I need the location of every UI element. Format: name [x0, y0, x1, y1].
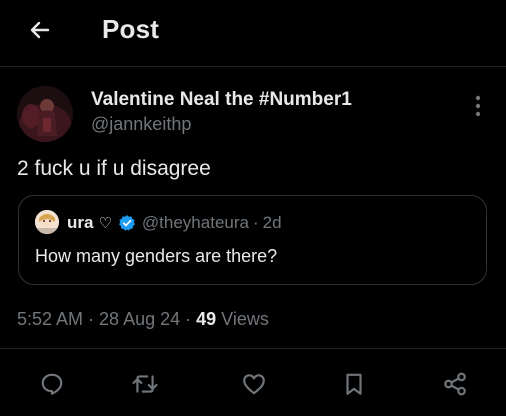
post-meta: 5:52 AM · 28 Aug 24 · 49 Views — [17, 309, 269, 330]
like-icon — [243, 374, 265, 395]
reply-icon — [41, 373, 63, 395]
quoted-separator: · — [252, 213, 259, 232]
bookmark-icon — [346, 373, 362, 395]
quoted-post[interactable]: ura ♡ @theyhateura · 2d How many genders… — [18, 195, 487, 285]
quoted-author-handle[interactable]: @theyhateura — [142, 213, 249, 233]
post-date[interactable]: 28 Aug 24 — [99, 309, 180, 329]
quoted-author-avatar[interactable] — [35, 210, 59, 234]
like-button[interactable] — [238, 368, 270, 400]
views-count[interactable]: 49 — [196, 309, 216, 329]
actions-divider — [0, 348, 506, 349]
views-label[interactable]: Views — [216, 309, 269, 329]
author-handle[interactable]: @jannkeithp — [91, 114, 191, 135]
post-text: 2 fuck u if u disagree — [17, 157, 211, 180]
share-button[interactable] — [439, 368, 471, 400]
quoted-author-name[interactable]: ura — [67, 213, 93, 233]
quoted-post-text: How many genders are there? — [35, 246, 278, 266]
post-time[interactable]: 5:52 AM — [17, 309, 83, 329]
bookmark-button[interactable] — [338, 368, 370, 400]
top-bar: Post — [0, 0, 506, 67]
meta-separator: · — [83, 309, 100, 329]
repost-button[interactable] — [129, 368, 161, 400]
back-button[interactable] — [22, 12, 58, 48]
repost-icon — [132, 375, 158, 393]
more-options-button[interactable] — [466, 92, 490, 122]
more-vertical-icon — [475, 95, 481, 117]
verified-badge-icon — [118, 214, 136, 232]
author-display-name[interactable]: Valentine Neal the #Number1 — [91, 89, 352, 111]
quoted-avatar-image — [35, 210, 59, 234]
avatar-image — [17, 86, 73, 142]
quoted-post-header: ura ♡ @theyhateura · 2d — [67, 210, 282, 236]
page-title: Post — [102, 14, 160, 44]
quoted-post-time[interactable]: 2d — [263, 213, 282, 233]
share-icon — [444, 372, 466, 396]
author-avatar[interactable] — [17, 86, 73, 142]
quoted-author-name-symbol: ♡ — [98, 215, 112, 232]
arrow-left-icon — [30, 21, 50, 39]
reply-button[interactable] — [36, 368, 68, 400]
meta-separator: · — [180, 309, 197, 329]
